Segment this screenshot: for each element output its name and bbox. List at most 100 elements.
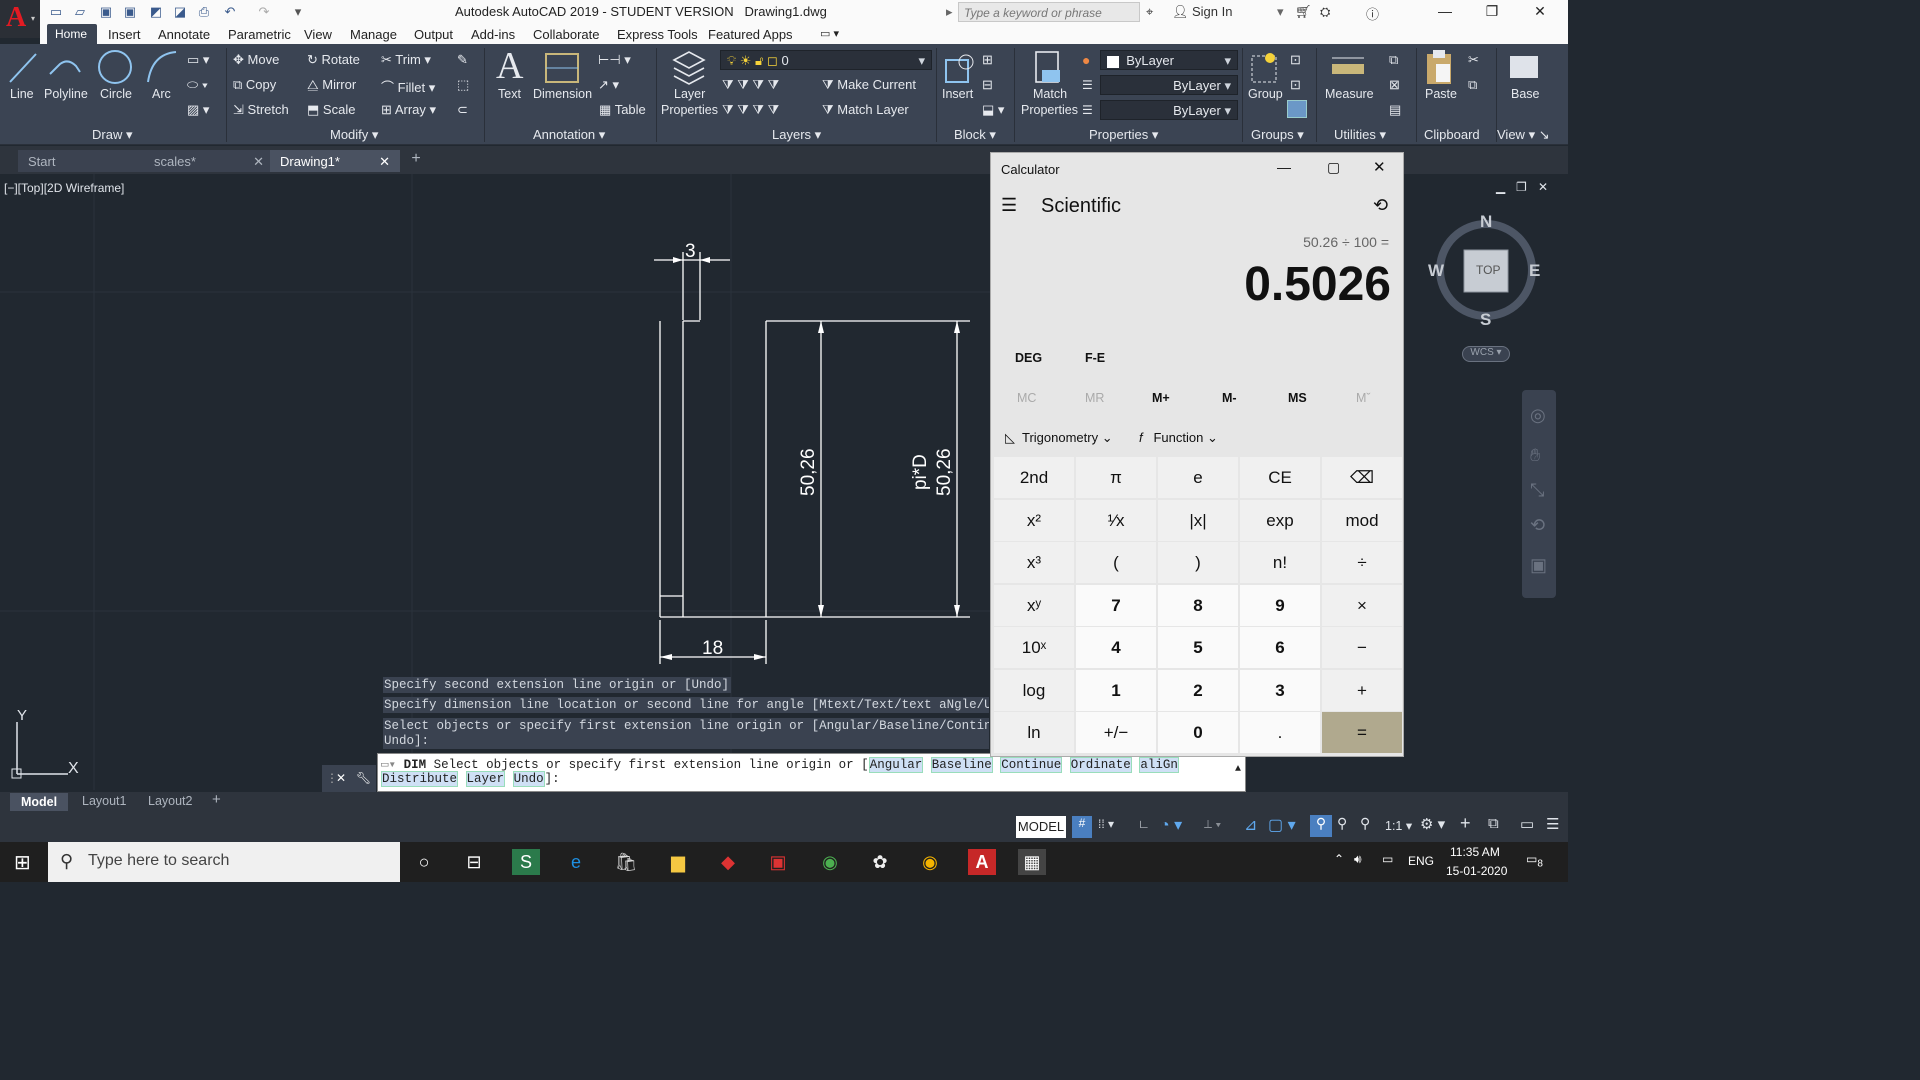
chrome-icon[interactable]: ◉ (916, 849, 944, 875)
model-space-button[interactable]: MODEL (1016, 816, 1066, 838)
linear-dim-icon[interactable]: ⊢⊣ ▾ (598, 52, 631, 68)
app-icon-green[interactable]: S (512, 849, 540, 875)
task-view-icon[interactable]: ⊟ (460, 849, 488, 875)
layer-properties-icon[interactable] (670, 48, 708, 88)
save-to-web-icon[interactable]: ◪ (172, 4, 188, 20)
calc-key-0-0[interactable]: 2nd (994, 457, 1074, 498)
block-attributes-icon[interactable]: ⬓ ▾ (982, 102, 1004, 118)
polar-tracking-icon[interactable]: ◔ ▾ (1160, 815, 1182, 835)
annotation-visibility-icon[interactable]: ⚲ (1310, 815, 1332, 837)
calc-key-5-2[interactable]: 2 (1158, 669, 1238, 711)
cart-icon[interactable]: 🛒︎ (1295, 4, 1312, 20)
annotation-monitor-icon[interactable]: + (1460, 813, 1471, 834)
group-icon[interactable] (1250, 50, 1280, 86)
viewcube-north[interactable]: N (1480, 212, 1492, 232)
close-button[interactable]: ✕ (1520, 3, 1560, 20)
calc-key-4-4[interactable]: − (1322, 627, 1402, 668)
battery-icon[interactable]: ▭ (1382, 852, 1393, 866)
open-from-web-icon[interactable]: ◩ (148, 4, 164, 20)
calc-key-1-1[interactable]: ¹⁄x (1076, 499, 1156, 541)
dim-text-height-1[interactable]: 50,26 (798, 448, 819, 496)
block-panel-label[interactable]: Block ▾ (954, 127, 996, 143)
edge-browser-icon[interactable]: e (562, 849, 590, 875)
windows-start-icon[interactable]: ⊞ (14, 850, 31, 875)
group-button[interactable]: Group (1248, 87, 1283, 101)
layer-dropdown[interactable]: 💡︎ ☀ 🔓︎ ◻ 0 ▾ (720, 50, 932, 70)
m-plus-button[interactable]: M+ (1152, 391, 1170, 405)
layout-tab-layout1[interactable]: Layout1 (82, 794, 126, 808)
reader-icon[interactable]: ▣ (764, 849, 792, 875)
arc-button[interactable]: Arc (152, 87, 171, 101)
object-snap-icon[interactable]: ▢ ▾ (1268, 815, 1296, 835)
calc-key-3-1[interactable]: 7 (1076, 584, 1156, 626)
dim-text-pi-d[interactable]: pi*D (910, 454, 931, 490)
tab-insert[interactable]: Insert (108, 27, 141, 42)
viewcube-south[interactable]: S (1480, 310, 1491, 330)
isodraft-icon[interactable]: ⟂ ▾ (1204, 817, 1221, 832)
hatch-icon[interactable]: ⬭ ▾ (187, 77, 208, 93)
ortho-icon[interactable]: ∟ (1138, 817, 1150, 831)
layout-tab-model[interactable]: Model (10, 793, 68, 811)
make-current-button[interactable]: ⧩ Make Current (822, 77, 916, 93)
base-view-icon[interactable] (1506, 50, 1542, 84)
history-icon[interactable]: ⟲ (1373, 195, 1388, 216)
calc-key-5-4[interactable]: + (1322, 669, 1402, 711)
measure-button[interactable]: Measure (1325, 87, 1374, 101)
text-icon[interactable]: A (496, 44, 523, 88)
tab-express-tools[interactable]: Express Tools (617, 27, 698, 42)
layers-panel-label[interactable]: Layers ▾ (772, 127, 821, 143)
ribbon-toggle-icon[interactable]: ▭ ▾ (820, 27, 839, 40)
deg-button[interactable]: DEG (1015, 351, 1042, 365)
language-indicator[interactable]: ENG (1408, 854, 1434, 868)
command-history-toggle-icon[interactable]: ▲ (1235, 764, 1241, 775)
help-icon[interactable]: ⓘ (1366, 4, 1379, 23)
calc-key-0-4[interactable]: ⌫ (1322, 457, 1402, 498)
open-folder-icon[interactable]: ▱ (72, 4, 88, 20)
copy-clip-icon[interactable]: ⧉ (1468, 77, 1477, 93)
calc-key-2-2[interactable]: ) (1158, 542, 1238, 583)
option-distribute[interactable]: Distribute (381, 771, 459, 787)
command-line-input[interactable]: ▭▾ DIM Select objects or specify first e… (377, 753, 1246, 792)
circle-button[interactable]: Circle (100, 87, 132, 101)
mc-button[interactable]: MC (1017, 391, 1036, 405)
tab-featured-apps[interactable]: Featured Apps (708, 27, 793, 42)
paint-icon[interactable]: ✿ (866, 849, 894, 875)
app-red-icon[interactable]: ◆ (714, 849, 742, 875)
calc-key-4-2[interactable]: 5 (1158, 627, 1238, 668)
plot-icon[interactable]: ⎙ (196, 4, 212, 20)
layer-tools-icons-2[interactable]: ⧩ ⧩ ⧩ ⧩ (722, 102, 779, 118)
calc-key-5-0[interactable]: log (994, 669, 1074, 711)
units-icon[interactable]: ⧉ (1488, 815, 1499, 832)
object-snap-tracking-icon[interactable]: ⊿ (1244, 815, 1257, 835)
base-button[interactable]: Base (1511, 87, 1540, 101)
a360-icon[interactable]: ⛭ (1320, 4, 1330, 20)
autocad-taskbar-icon[interactable]: A (968, 849, 996, 875)
calc-key-2-1[interactable]: ( (1076, 542, 1156, 583)
user-icon[interactable]: 👤︎ (1172, 4, 1189, 20)
pan-icon[interactable]: ✋︎ (1530, 445, 1540, 466)
save-as-icon[interactable]: ▣ (122, 4, 138, 20)
chevron-down-icon[interactable]: ▾ (1277, 4, 1284, 20)
calc-maximize-button[interactable]: ▢ (1327, 159, 1340, 176)
tab-home[interactable]: Home (47, 24, 97, 44)
calc-key-1-4[interactable]: mod (1322, 499, 1402, 541)
taskbar-search-input[interactable]: Type here to search (48, 842, 400, 882)
redo-icon[interactable]: ↷ (256, 4, 272, 20)
wcs-menu[interactable]: WCS ▾ (1462, 346, 1510, 362)
new-file-icon[interactable]: ▭ (48, 4, 64, 20)
calc-key-6-4[interactable]: = (1322, 712, 1402, 753)
show-hidden-icons-icon[interactable]: ⌃ (1334, 852, 1344, 866)
ms-button[interactable]: MS (1288, 391, 1307, 405)
whatsapp-icon[interactable]: ◉ (816, 849, 844, 875)
erase-icon[interactable]: ✎ (457, 52, 468, 68)
snap-icon[interactable]: ⁞⁞ ▾ (1098, 817, 1114, 831)
quick-select-icon[interactable]: ⧉ (1389, 52, 1398, 68)
paste-button[interactable]: Paste (1425, 87, 1457, 101)
calc-key-3-4[interactable]: × (1322, 584, 1402, 626)
dim-text-height-2[interactable]: 50,26 (934, 448, 955, 496)
customization-menu-icon[interactable]: ☰ (1546, 815, 1559, 833)
keyword-search-input[interactable]: Type a keyword or phrase (958, 2, 1140, 22)
calc-key-6-2[interactable]: 0 (1158, 712, 1238, 753)
zoom-extents-icon[interactable]: ⤡ (1530, 480, 1544, 501)
calc-key-2-3[interactable]: n! (1240, 542, 1320, 583)
